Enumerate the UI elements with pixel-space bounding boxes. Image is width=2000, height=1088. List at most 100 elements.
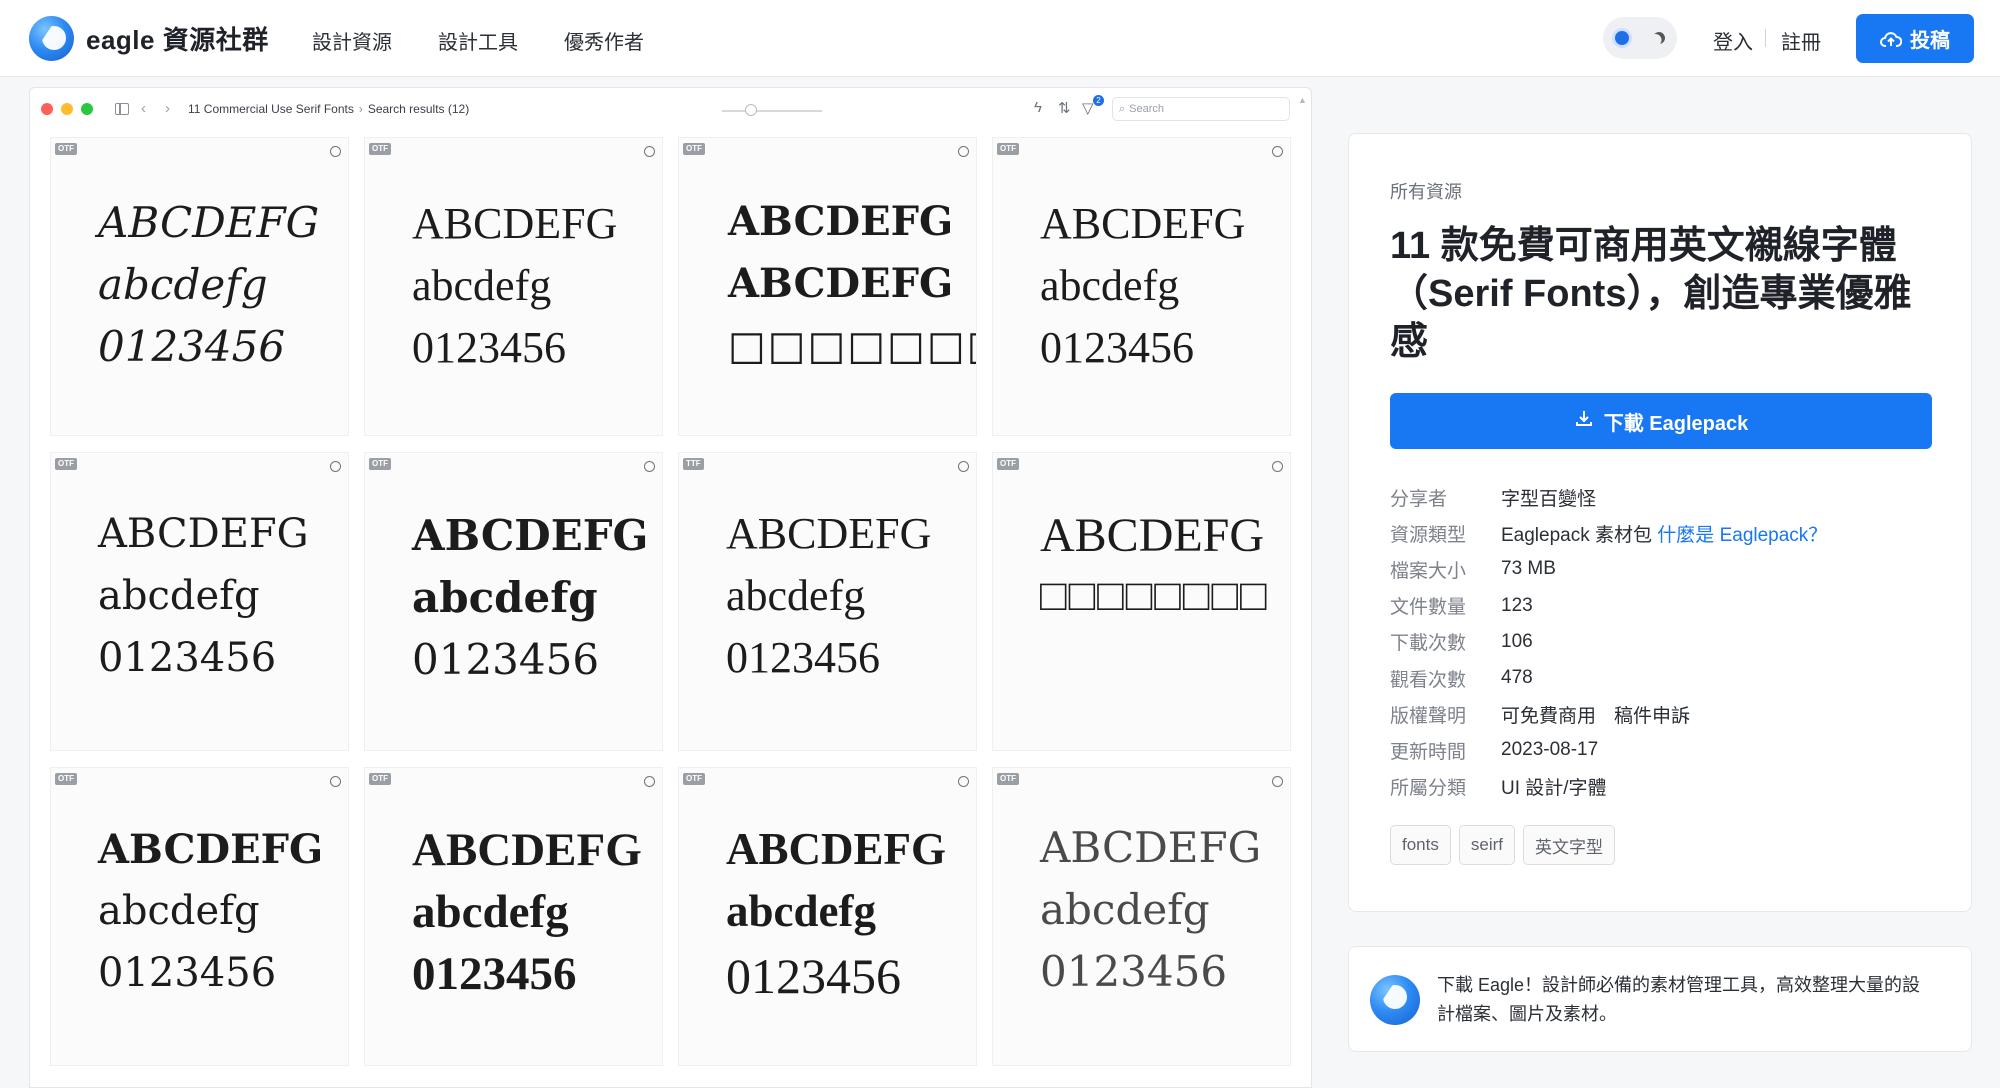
sample-uppercase: ABCDEFG: [98, 198, 320, 247]
meta-key: 所屬分類: [1390, 778, 1467, 800]
tag-list: fonts seirf 英文字型: [1390, 825, 1615, 865]
tag-fonts[interactable]: fonts: [1390, 825, 1451, 865]
select-circle-icon: [330, 776, 341, 787]
file-type-badge: OTF: [55, 773, 77, 785]
font-thumbnail: OTF ABCDEFG □□□□□□□□: [992, 452, 1291, 751]
meta-key: 下載次數: [1390, 633, 1467, 655]
eagle-promo-card[interactable]: 下載 Eagle！設計師必備的素材管理工具，高效整理大量的設計檔案、圖片及素材。: [1348, 946, 1972, 1052]
sample-lowercase: abcdefg: [412, 573, 598, 622]
search-icon: ⌕: [1119, 102, 1126, 115]
font-thumbnail: OTF ABCDEFG abcdefg 0123456: [678, 767, 977, 1066]
resource-meta-list: 分享者 字型百變怪 資源類型 Eaglepack 素材包 什麼是 Eaglepa…: [1390, 479, 1827, 805]
meta-row-category: 所屬分類 UI 設計/字體: [1390, 769, 1827, 805]
select-circle-icon: [644, 461, 655, 472]
font-thumbnail: TTF ABCDEFG abcdefg 0123456: [678, 452, 977, 751]
top-navigation-bar: eagle 資源社群 設計資源 設計工具 優秀作者 登入 註冊 投稿: [0, 0, 2000, 77]
nav-item-design-resources[interactable]: 設計資源: [312, 26, 392, 55]
sample-uppercase: ABCDEFG: [412, 511, 649, 560]
category-path-link[interactable]: UI 設計/字體: [1501, 773, 1607, 800]
file-type-badge: OTF: [369, 143, 391, 155]
file-type-badge: OTF: [683, 143, 705, 155]
bolt-icon: ϟ: [1034, 99, 1042, 116]
window-toolbar: ‹ › 11 Commercial Use Serif Fonts › Search…: [30, 88, 1311, 132]
font-sample: ABCDEFG abcdefg 0123456: [1040, 198, 1245, 384]
main-nav: 設計資源 設計工具 優秀作者: [312, 26, 644, 55]
submit-button[interactable]: 投稿: [1856, 14, 1974, 63]
font-thumbnail: OTF ABCDEFG abcdefg 0123456: [364, 137, 663, 436]
meta-key: 更新時間: [1390, 741, 1467, 763]
font-thumbnail: OTF ABCDEFG abcdefg 0123456: [50, 767, 349, 1066]
file-type-badge: OTF: [997, 458, 1019, 470]
sample-lowercase: abcdefg: [726, 886, 876, 936]
sample-digits: 0123456: [98, 322, 286, 371]
font-sample: ABCDEFG abcdefg 0123456: [98, 198, 319, 384]
select-circle-icon: [958, 461, 969, 472]
meta-value: 2023-08-17: [1501, 739, 1599, 761]
select-circle-icon: [1272, 461, 1283, 472]
moon-icon: [1651, 30, 1667, 46]
sample-uppercase: ABCDEFG: [412, 824, 642, 876]
report-link[interactable]: 稿件申訴: [1614, 706, 1690, 727]
file-type-badge: OTF: [55, 143, 77, 155]
download-button-label: 下載 Eaglepack: [1603, 412, 1749, 435]
meta-row-downloads: 下載次數 106: [1390, 624, 1827, 660]
font-sample: ABCDEFG abcdefg 0123456: [98, 826, 323, 1012]
select-circle-icon: [958, 146, 969, 157]
font-thumbnail: OTF ABCDEFG abcdefg 0123456: [992, 137, 1291, 436]
submit-button-label: 投稿: [1910, 30, 1950, 52]
font-thumbnail: OTF ABCDEFG abcdefg 0123456: [992, 767, 1291, 1066]
meta-key: 檔案大小: [1390, 560, 1467, 582]
sun-icon: [1615, 31, 1629, 45]
font-sample: ABCDEFG abcdefg 0123456: [726, 508, 931, 694]
sample-uppercase: ABCDEFG: [1040, 199, 1246, 248]
font-sample: ABCDEFG abcdefg 0123456: [98, 511, 309, 697]
meta-key: 版權聲明: [1390, 705, 1467, 727]
sample-digits: 0123456: [412, 948, 577, 1000]
meta-value: 478: [1501, 667, 1533, 689]
select-circle-icon: [330, 461, 341, 472]
nav-item-featured-authors[interactable]: 優秀作者: [564, 26, 644, 55]
meta-row-size: 檔案大小 73 MB: [1390, 551, 1827, 587]
sample-uppercase: ABCDEFG: [412, 199, 618, 248]
tag-english-fonts[interactable]: 英文字型: [1522, 825, 1615, 865]
meta-value: 可免費商用 稿件申訴: [1501, 701, 1690, 728]
sample-digits: 0123456: [98, 950, 277, 996]
sample-digits: 0123456: [726, 948, 901, 1004]
sample-lowercase: abcdefg: [98, 260, 268, 309]
what-is-eaglepack-link[interactable]: 什麼是 Eaglepack？: [1657, 525, 1827, 546]
file-type-badge: TTF: [683, 458, 704, 470]
meta-value: 73 MB: [1501, 558, 1556, 580]
sample-digits: 0123456: [1040, 323, 1194, 372]
theme-toggle[interactable]: [1603, 17, 1677, 59]
meta-value: 106: [1501, 630, 1533, 652]
nav-item-design-tools[interactable]: 設計工具: [438, 26, 518, 55]
sample-uppercase: ABCDEFG: [98, 826, 324, 873]
font-thumbnail: OTF ABCDEFG abcdefg 0123456: [50, 137, 349, 436]
cloud-upload-icon: [1880, 31, 1902, 47]
register-link[interactable]: 註冊: [1781, 26, 1821, 55]
category-link[interactable]: 所有資源: [1390, 178, 1462, 204]
sample-lowercase: abcdefg: [98, 888, 260, 934]
sample-lowercase: abcdefg: [726, 571, 866, 620]
sample-lowercase: abcdefg: [98, 573, 260, 619]
sample-lowercase: abcdefg: [412, 886, 569, 938]
select-circle-icon: [330, 146, 341, 157]
sample-missing-glyphs: □□□□□□□□: [1040, 571, 1269, 620]
font-thumbnail: OTF ABCDEFG abcdefg 0123456: [364, 767, 663, 1066]
eagle-logo-icon: [29, 16, 74, 61]
select-circle-icon: [1272, 776, 1283, 787]
meta-row-updated: 更新時間 2023-08-17: [1390, 732, 1827, 768]
file-type-badge: OTF: [369, 458, 391, 470]
zoom-slider-track: [722, 110, 822, 112]
download-eaglepack-button[interactable]: 下載 Eaglepack: [1390, 393, 1932, 449]
promo-text: 下載 Eagle！設計師必備的素材管理工具，高效整理大量的設計檔案、圖片及素材。: [1437, 975, 1921, 1024]
maximize-window-icon: [81, 103, 93, 115]
login-link[interactable]: 登入: [1713, 26, 1753, 55]
tag-seirf[interactable]: seirf: [1458, 825, 1515, 865]
brand-link[interactable]: eagle 資源社群: [29, 16, 269, 61]
font-sample: ABCDEFG ABCDEFG □□□□□□□□: [728, 198, 976, 384]
sharer-link[interactable]: 字型百變怪: [1501, 484, 1596, 511]
font-thumbnail: OTF ABCDEFG ABCDEFG □□□□□□□□: [678, 137, 977, 436]
sample-uppercase: ABCDEFG: [1040, 509, 1265, 562]
sample-lowercase: abcdefg: [1040, 261, 1180, 310]
